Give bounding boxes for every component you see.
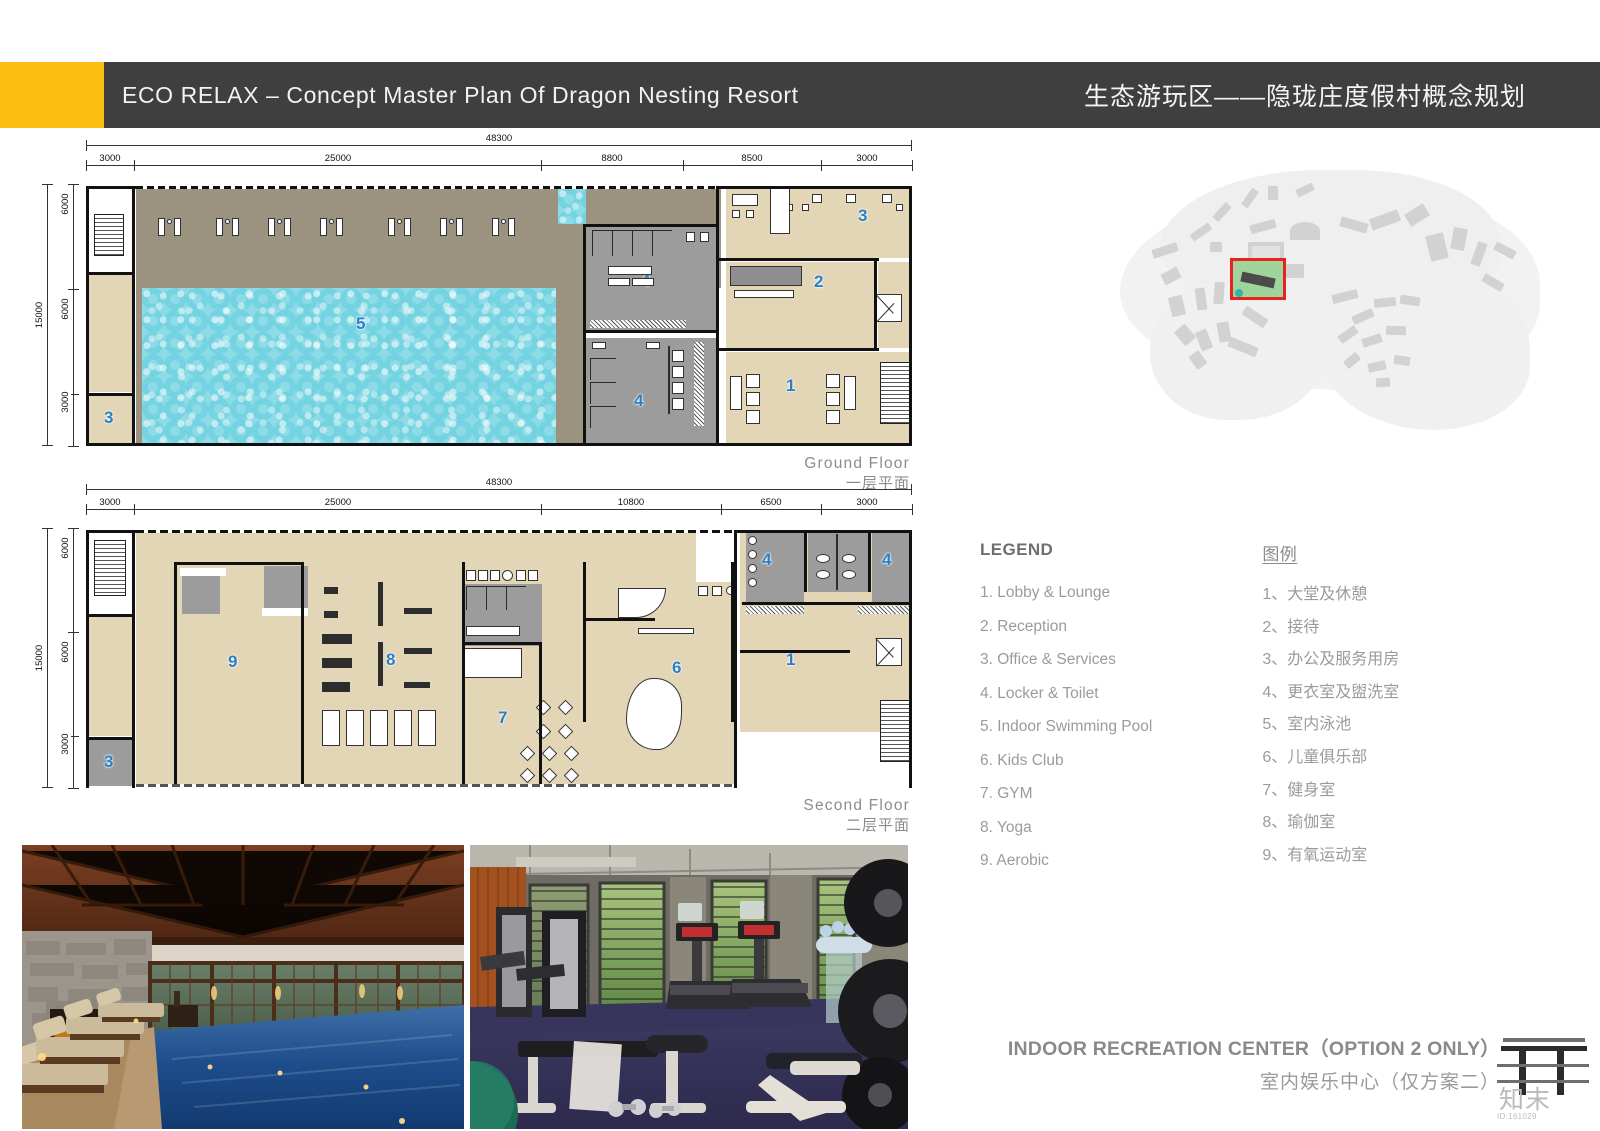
ground-floor-drawing: 3 5 4 4 bbox=[86, 186, 912, 446]
spa-pool bbox=[558, 188, 586, 224]
dim-label: 15000 bbox=[34, 641, 45, 675]
footer-title-en: INDOOR RECREATION CENTER（OPTION 2 ONLY） bbox=[1007, 1038, 1500, 1060]
legend-item: 9. Aerobic bbox=[980, 852, 1049, 869]
legend-item: 3. Office & Services bbox=[980, 651, 1116, 668]
resort-site-plan bbox=[1100, 150, 1560, 430]
legend-column-en: LEGEND 1. Lobby & Lounge 2. Reception 3.… bbox=[980, 540, 1152, 878]
legend-item: 8. Yoga bbox=[980, 818, 1032, 836]
dim-label: 6000 bbox=[60, 638, 71, 666]
legend-item: 2、接待 bbox=[1262, 618, 1320, 636]
ground-floor-plan: 48300 3000 25000 8800 8500 3000 15000 60… bbox=[24, 133, 924, 492]
dim-label: 3000 bbox=[853, 153, 881, 164]
dim-label: 6500 bbox=[757, 497, 785, 508]
legend-item: 3、办公及服务用房 bbox=[1262, 651, 1400, 669]
footer-block: INDOOR RECREATION CENTER（OPTION 2 ONLY） … bbox=[960, 1032, 1500, 1094]
dim-label: 48300 bbox=[482, 133, 516, 144]
service-room bbox=[88, 274, 134, 392]
dim-label: 8500 bbox=[738, 153, 766, 164]
site-highlight-box bbox=[1230, 258, 1286, 300]
dim-label: 3000 bbox=[60, 388, 71, 416]
page-header: ECO RELAX – Concept Master Plan Of Drago… bbox=[0, 62, 1600, 128]
room-number: 1 bbox=[786, 650, 796, 669]
room-number: 6 bbox=[672, 658, 682, 677]
legend-item: 5. Indoor Swimming Pool bbox=[980, 718, 1153, 735]
indoor-swimming-pool bbox=[142, 288, 556, 444]
watermark-text: 知末 bbox=[1499, 1085, 1552, 1114]
dim-label: 6000 bbox=[60, 190, 71, 218]
service-room bbox=[88, 616, 134, 736]
caption-en: Ground Floor bbox=[804, 455, 910, 472]
caption-en: Second Floor bbox=[803, 797, 910, 814]
dim-label: 6000 bbox=[60, 534, 71, 562]
dim-label: 8800 bbox=[598, 153, 626, 164]
legend-item: 1、大堂及休憩 bbox=[1262, 586, 1368, 603]
page-title-cn: 生态游玩区——隐珑庄度假村概念规划 bbox=[1083, 83, 1526, 111]
dim-label: 3000 bbox=[60, 730, 71, 758]
legend-item: 7、健身室 bbox=[1262, 781, 1336, 799]
pool-deck bbox=[136, 188, 556, 288]
locker-toilet-centre bbox=[808, 532, 868, 592]
dim-label: 3000 bbox=[853, 497, 881, 508]
caption-cn: 二层平面 bbox=[845, 817, 910, 834]
dim-label: 10800 bbox=[614, 497, 648, 508]
sofa-lounge bbox=[464, 648, 522, 678]
room-number: 7 bbox=[498, 708, 508, 727]
legend-item: 7. GYM bbox=[980, 785, 1033, 802]
header-title-bar: ECO RELAX – Concept Master Plan Of Drago… bbox=[104, 62, 1600, 128]
legend-item: 5、室内泳池 bbox=[1262, 716, 1352, 734]
legend-heading-en: LEGEND bbox=[980, 540, 1054, 559]
kids-play-shape bbox=[626, 678, 682, 750]
dim-label: 15000 bbox=[34, 298, 45, 332]
legend-item: 1. Lobby & Lounge bbox=[980, 584, 1111, 601]
second-floor-plan: 48300 3000 25000 10800 6500 3000 15000 6… bbox=[24, 477, 924, 834]
room-number: 1 bbox=[786, 376, 796, 395]
room-number: 8 bbox=[386, 650, 396, 669]
legend-heading-cn: 图例 bbox=[1262, 545, 1298, 564]
room-number: 3 bbox=[858, 206, 868, 225]
legend-item: 6、儿童俱乐部 bbox=[1262, 748, 1368, 766]
gym-interior-photo bbox=[470, 845, 908, 1129]
dim-label: 3000 bbox=[96, 153, 124, 164]
legend-column-cn: 图例 1、大堂及休憩 2、接待 3、办公及服务用房 4、更衣室及盥洗室 5、室内… bbox=[1262, 540, 1399, 878]
room-number: 9 bbox=[228, 652, 238, 671]
dim-label: 48300 bbox=[482, 477, 516, 488]
indoor-pool-photo bbox=[22, 845, 464, 1129]
second-floor-drawing: 3 9 8 7 6 1 4 4 bbox=[86, 530, 912, 788]
page-title-en: ECO RELAX – Concept Master Plan Of Drago… bbox=[122, 81, 799, 108]
pool-deck-edge bbox=[556, 288, 586, 444]
legend-item: 2. Reception bbox=[980, 617, 1068, 635]
room-number: 4 bbox=[762, 550, 772, 569]
legend-item: 4. Locker & Toilet bbox=[980, 684, 1099, 702]
second-floor-caption: Second Floor 二层平面 bbox=[803, 796, 910, 836]
watermark-id: ID:161029 bbox=[1497, 1112, 1537, 1121]
room-number: 3 bbox=[104, 752, 114, 771]
reception-desk bbox=[730, 266, 802, 286]
legend-item: 6. Kids Club bbox=[980, 751, 1064, 769]
room-number: 3 bbox=[104, 408, 114, 427]
legend-item: 9、有氧运动室 bbox=[1262, 846, 1368, 864]
legend-item: 4、更衣室及盥洗室 bbox=[1262, 683, 1400, 701]
storage-a bbox=[182, 570, 220, 614]
legend-block: LEGEND 1. Lobby & Lounge 2. Reception 3.… bbox=[980, 540, 1580, 878]
dim-label: 25000 bbox=[321, 497, 355, 508]
room-number: 4 bbox=[634, 391, 644, 410]
footer-title-cn: 室内娱乐中心（仅方案二） bbox=[1259, 1072, 1500, 1093]
dim-label: 3000 bbox=[96, 497, 124, 508]
terrace-void bbox=[740, 734, 870, 786]
room-number: 5 bbox=[356, 314, 366, 333]
header-accent-block bbox=[0, 62, 104, 128]
stair-core-right bbox=[880, 362, 910, 424]
room-number: 4 bbox=[882, 550, 892, 569]
room-number: 2 bbox=[814, 272, 824, 291]
dim-label: 6000 bbox=[60, 295, 71, 323]
dim-label: 25000 bbox=[321, 153, 355, 164]
watermark-logo: 知末 ID:161029 bbox=[1497, 1036, 1589, 1124]
stair-core-right bbox=[880, 700, 910, 762]
legend-item: 8、瑜伽室 bbox=[1262, 814, 1336, 832]
